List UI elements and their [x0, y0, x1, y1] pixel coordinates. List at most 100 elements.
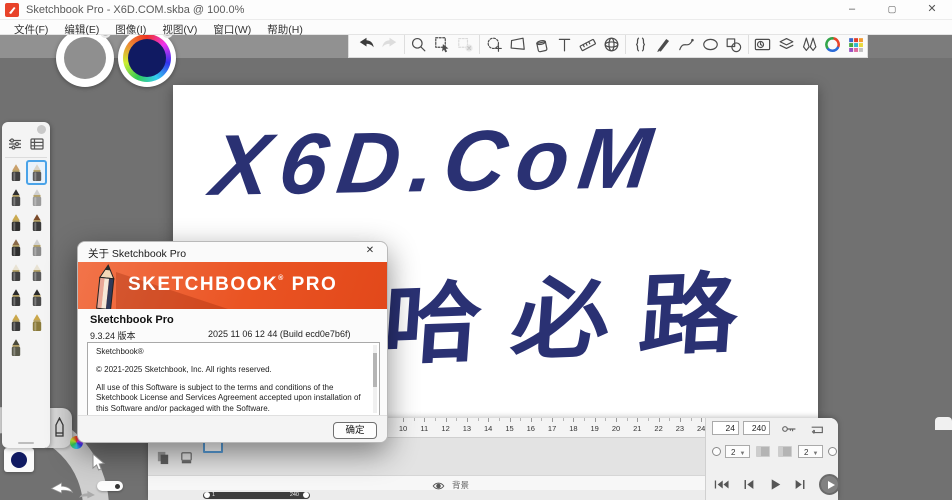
range-start-handle[interactable]	[204, 492, 210, 498]
fill-icon[interactable]	[530, 32, 552, 56]
current-frame-input[interactable]: 24	[712, 421, 739, 435]
ruler-tick	[573, 418, 574, 422]
go-to-start-button[interactable]	[714, 478, 730, 496]
previous-frame-button[interactable]	[742, 478, 755, 496]
background-layer-row[interactable]: 背景	[148, 475, 705, 490]
distort-icon[interactable]	[507, 32, 529, 56]
brush-settings-icon[interactable]	[7, 136, 23, 156]
minimize-button[interactable]: –	[832, 0, 872, 20]
menu-item-5[interactable]: 帮助(H)	[259, 21, 311, 38]
brush-pencil[interactable]	[5, 160, 26, 185]
brush-fine-marker[interactable]	[5, 310, 26, 335]
brush-gold-marker[interactable]	[26, 310, 47, 335]
ruler-tick-minor	[478, 418, 479, 421]
dialog-title-bar[interactable]: 关于 Sketchbook Pro ✕	[78, 242, 387, 262]
ruler-number: 23	[676, 424, 684, 433]
close-button[interactable]: ✕	[912, 0, 952, 20]
playback-controls-section: 24 240 2▼ 2▼	[705, 418, 838, 500]
radio-right[interactable]	[828, 447, 837, 456]
range-end-handle[interactable]	[303, 492, 309, 498]
brush-library-icon[interactable]	[798, 32, 820, 56]
onion-after-icon[interactable]	[778, 446, 792, 457]
brush-fountain-pen[interactable]	[5, 210, 26, 235]
zoom-icon[interactable]	[408, 32, 430, 56]
stroke-icon[interactable]	[652, 32, 674, 56]
color-puck-current-color[interactable]	[128, 39, 166, 77]
menu-item-2[interactable]: 图像(I)	[107, 21, 154, 38]
brush-ballpoint[interactable]	[5, 235, 26, 260]
ruler-number: 12	[441, 424, 449, 433]
play-animation-button[interactable]	[819, 474, 840, 495]
brush-eraser-soft[interactable]	[26, 260, 47, 285]
timelapse-icon[interactable]	[752, 32, 774, 56]
lagoon-undo-icon[interactable]	[50, 482, 74, 500]
lagoon-slider[interactable]	[97, 481, 123, 491]
redo-icon[interactable]	[378, 32, 400, 56]
ok-button[interactable]: 确定	[333, 422, 377, 439]
perspective-icon[interactable]	[600, 32, 622, 56]
ruler-tick-minor	[541, 418, 542, 421]
timeline-frames-area[interactable]	[148, 438, 705, 475]
duplicate-frame-icon[interactable]	[156, 450, 172, 466]
lift-frame-icon[interactable]	[179, 450, 195, 466]
next-frame-button[interactable]	[794, 478, 807, 496]
radio-left[interactable]	[712, 447, 721, 456]
brush-list-icon[interactable]	[29, 136, 45, 156]
shapes-icon[interactable]	[722, 32, 744, 56]
license-scrollbar[interactable]	[373, 345, 377, 413]
selection-add-icon[interactable]	[483, 32, 505, 56]
maximize-button[interactable]: ▢	[872, 0, 912, 20]
curve-icon[interactable]	[676, 32, 698, 56]
ruler-tick-minor	[414, 418, 415, 421]
scrollbar-thumb[interactable]	[373, 353, 377, 387]
brush-eraser-hard[interactable]	[5, 260, 26, 285]
onion-before-icon[interactable]	[756, 446, 770, 457]
lagoon-redo-icon[interactable]	[78, 487, 96, 500]
speed-select-left[interactable]: 2▼	[725, 445, 750, 458]
ellipse-icon[interactable]	[699, 32, 721, 56]
brush-broad-marker[interactable]	[5, 335, 26, 360]
undo-icon[interactable]	[355, 32, 377, 56]
loop-icon[interactable]	[809, 422, 825, 440]
select-icon[interactable]	[431, 32, 453, 56]
app-icon	[5, 3, 19, 17]
swatches-icon[interactable]	[845, 32, 867, 56]
menu-item-4[interactable]: 窗口(W)	[205, 21, 259, 38]
ruler-tick	[488, 418, 489, 422]
brush-puck-surface[interactable]	[64, 37, 106, 79]
ruler-icon[interactable]	[577, 32, 599, 56]
menu-item-1[interactable]: 编辑(E)	[56, 21, 107, 38]
dialog-close-button[interactable]: ✕	[362, 245, 378, 256]
brush-airbrush[interactable]	[26, 185, 47, 210]
menu-item-0[interactable]: 文件(F)	[6, 21, 56, 38]
ruler-number: 19	[591, 424, 599, 433]
ruler-number: 10	[399, 424, 407, 433]
brush-grid	[5, 160, 49, 360]
ruler-tick	[424, 418, 425, 422]
brush-paintbrush[interactable]	[26, 210, 47, 235]
timeline-range-bar[interactable]: 1 240	[203, 492, 310, 499]
brush-felt-marker-2[interactable]	[26, 285, 47, 310]
brush-marker[interactable]	[26, 160, 47, 185]
toolbar-separator	[479, 34, 480, 54]
deselect-icon[interactable]	[454, 32, 476, 56]
current-color-chip[interactable]	[4, 448, 34, 472]
ruler-tick	[616, 418, 617, 422]
ruler-tick-minor	[435, 418, 436, 421]
total-frames-input[interactable]: 240	[743, 421, 770, 435]
panel-drag-handle[interactable]	[18, 442, 34, 444]
brush-inking-pen[interactable]	[5, 185, 26, 210]
brush-felt-marker-1[interactable]	[5, 285, 26, 310]
menu-item-3[interactable]: 视图(V)	[154, 21, 205, 38]
speed-select-right[interactable]: 2▼	[798, 445, 823, 458]
symmetry-icon[interactable]	[629, 32, 651, 56]
license-textbox[interactable]: Sketchbook®© 2021-2025 Sketchbook, Inc. …	[87, 342, 380, 416]
layers-icon[interactable]	[775, 32, 797, 56]
key-icon[interactable]	[781, 422, 797, 440]
panel-knob[interactable]	[37, 125, 46, 134]
ruler-number: 24	[697, 424, 705, 433]
play-button[interactable]	[770, 478, 782, 496]
brush-chisel-marker[interactable]	[26, 235, 47, 260]
text-icon[interactable]	[553, 32, 575, 56]
color-wheel-icon[interactable]	[822, 32, 844, 56]
